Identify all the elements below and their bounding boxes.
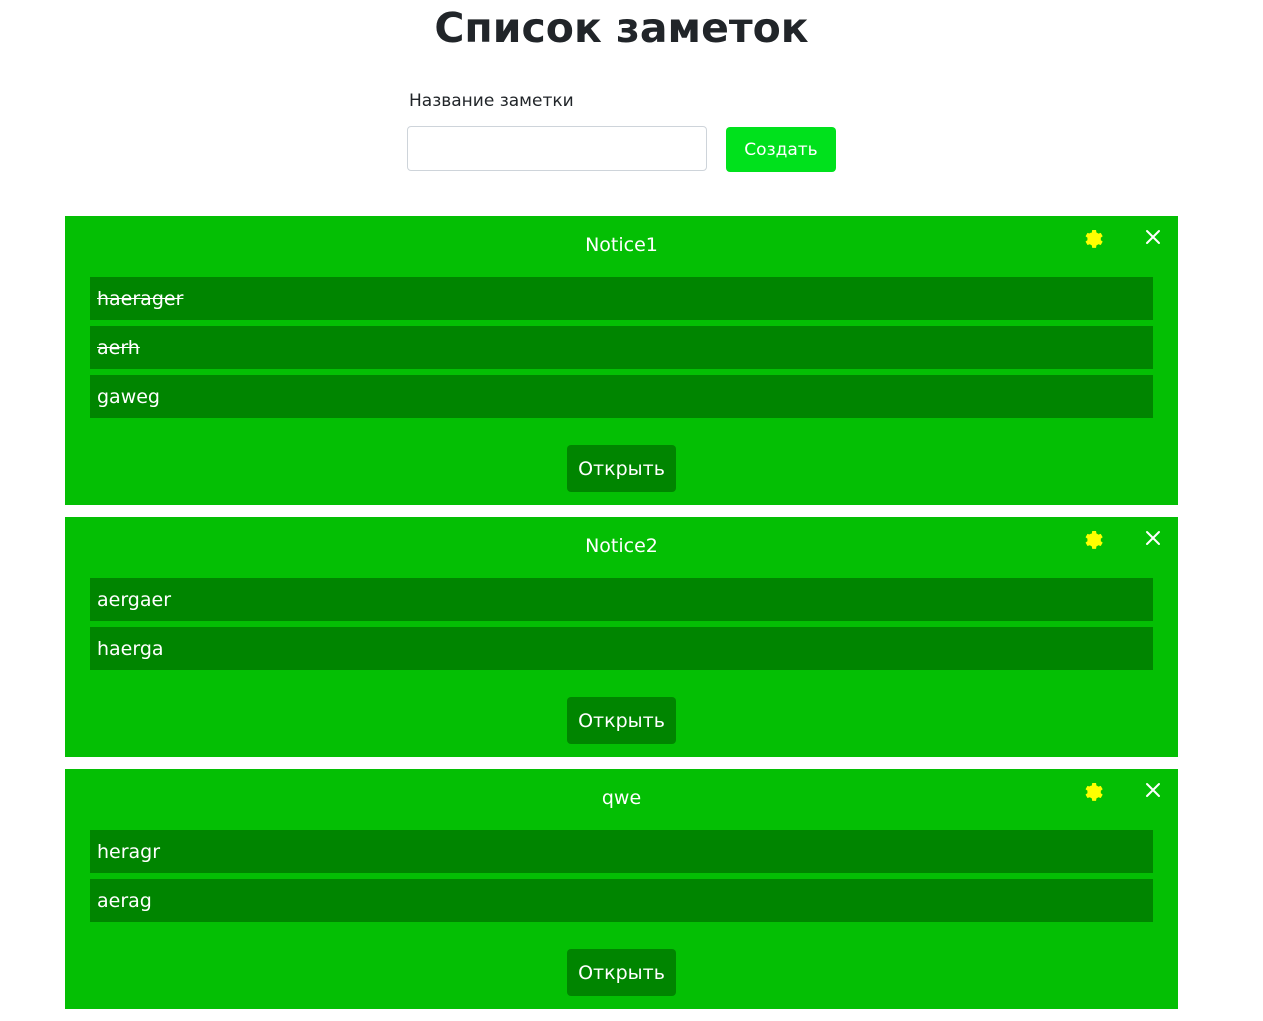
create-button[interactable]: Создать (726, 127, 836, 172)
note-item[interactable]: aerh (90, 326, 1153, 369)
open-button[interactable]: Открыть (567, 445, 676, 492)
note-items: aergaer haerga (65, 578, 1178, 670)
note-item[interactable]: haerager (90, 277, 1153, 320)
gear-icon[interactable] (1082, 528, 1104, 550)
note-card: qwe heragr aerag Открыть (65, 769, 1178, 1009)
note-items: haerager aerh gaweg (65, 277, 1178, 418)
notes-list: Notice1 haerager aerh gaweg Открыть Notice2 ae… (65, 216, 1178, 1021)
note-item[interactable]: haerga (90, 627, 1153, 670)
note-title: Notice2 (585, 535, 658, 557)
note-title: qwe (601, 787, 642, 809)
note-name-label: Название заметки (409, 91, 574, 111)
note-item[interactable]: gaweg (90, 375, 1153, 418)
note-item[interactable]: aergaer (90, 578, 1153, 621)
open-button[interactable]: Открыть (567, 697, 676, 744)
note-card: Notice2 aergaer haerga Открыть (65, 517, 1178, 757)
note-item[interactable]: heragr (90, 830, 1153, 873)
note-item[interactable]: aerag (90, 879, 1153, 922)
note-name-input[interactable] (407, 126, 707, 171)
note-card: Notice1 haerager aerh gaweg Открыть (65, 216, 1178, 505)
gear-icon[interactable] (1082, 780, 1104, 802)
note-items: heragr aerag (65, 830, 1178, 922)
close-icon[interactable] (1144, 228, 1162, 246)
gear-icon[interactable] (1082, 227, 1104, 249)
open-button[interactable]: Открыть (567, 949, 676, 996)
note-title: Notice1 (585, 234, 658, 256)
page-title: Список заметок (434, 4, 809, 52)
close-icon[interactable] (1144, 529, 1162, 547)
close-icon[interactable] (1144, 781, 1162, 799)
